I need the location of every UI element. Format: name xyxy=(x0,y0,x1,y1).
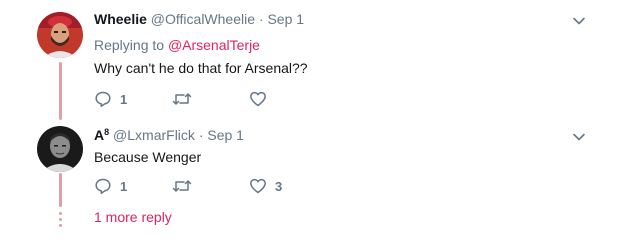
tweet-date[interactable]: Sep 1 xyxy=(207,127,244,143)
retweet-button[interactable] xyxy=(172,89,200,109)
replying-to: Replying to @ArsenalTerje xyxy=(94,37,260,53)
tweet-header: Wheelie @OfficalWheelie · Sep 1 xyxy=(94,11,304,27)
separator: · xyxy=(198,127,204,143)
more-replies-link[interactable]: 1 more reply xyxy=(94,209,172,225)
separator: · xyxy=(258,11,264,27)
tweet-text: Because Wenger xyxy=(94,149,202,165)
like-button[interactable] xyxy=(249,89,275,109)
mention-link[interactable]: @ArsenalTerje xyxy=(168,37,260,53)
tweet-text: Why can't he do that for Arsenal?? xyxy=(94,60,308,76)
retweet-icon xyxy=(172,177,192,195)
tweet-header: A8 @LxmarFlick · Sep 1 xyxy=(94,127,244,143)
author-handle[interactable]: @LxmarFlick xyxy=(113,127,195,143)
retweet-icon xyxy=(172,90,192,108)
avatar[interactable] xyxy=(37,12,83,58)
thread-continuation-dots xyxy=(59,212,62,230)
author-name-superscript: 8 xyxy=(104,127,110,137)
avatar-image xyxy=(37,12,83,58)
like-button[interactable]: 3 xyxy=(249,176,282,196)
like-heart-icon xyxy=(249,177,267,195)
avatar-image xyxy=(37,126,83,172)
thread-dot xyxy=(59,212,62,215)
reply-button[interactable]: 1 xyxy=(94,89,127,109)
like-heart-icon xyxy=(249,90,267,108)
tweet[interactable]: Wheelie @OfficalWheelie · Sep 1 Replying… xyxy=(0,0,620,120)
like-count: 3 xyxy=(275,178,283,194)
chevron-down-icon[interactable] xyxy=(572,130,586,144)
reply-count: 1 xyxy=(120,91,128,107)
tweet[interactable]: A8 @LxmarFlick · Sep 1 Because Wenger 1 … xyxy=(0,120,620,208)
chevron-down-icon[interactable] xyxy=(572,14,586,28)
author-name[interactable]: Wheelie xyxy=(94,11,147,27)
author-name[interactable]: A8 xyxy=(94,127,109,143)
tweet-actions: 1 xyxy=(94,89,394,109)
avatar[interactable] xyxy=(37,126,83,172)
reply-icon xyxy=(94,177,112,195)
tweet-actions: 1 3 xyxy=(94,176,394,196)
reply-count: 1 xyxy=(120,178,128,194)
replying-prefix: Replying to xyxy=(94,37,165,53)
thread-dot xyxy=(59,218,62,221)
reply-icon xyxy=(94,90,112,108)
reply-button[interactable]: 1 xyxy=(94,176,127,196)
author-handle[interactable]: @OfficalWheelie xyxy=(151,11,255,27)
thread-dot xyxy=(59,224,62,227)
tweet-date[interactable]: Sep 1 xyxy=(267,11,304,27)
retweet-button[interactable] xyxy=(172,176,200,196)
